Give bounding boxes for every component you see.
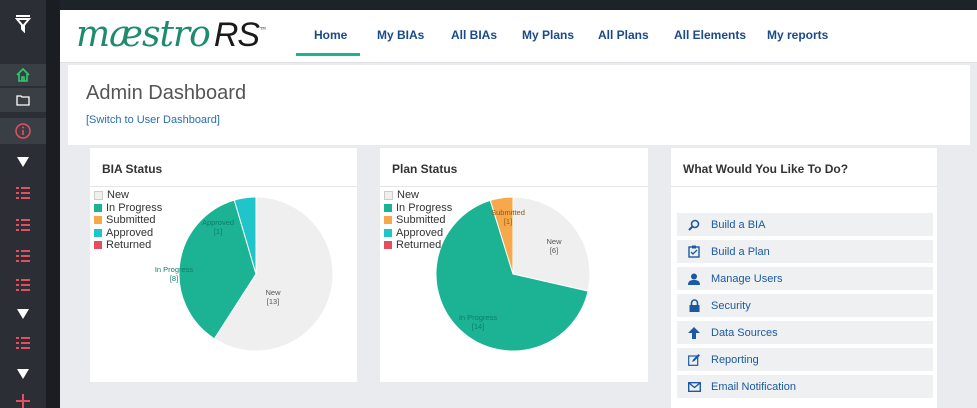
- left-sidebar: [0, 0, 46, 408]
- slice-label: In Progress: [155, 265, 194, 274]
- slice-label: New: [546, 237, 562, 246]
- nav-all-elements[interactable]: All Elements: [674, 28, 746, 42]
- switch-dashboard-link[interactable]: [Switch to User Dashboard]: [86, 114, 220, 126]
- legend-item[interactable]: In Progress: [94, 202, 162, 215]
- clipboard-icon: [687, 245, 701, 259]
- legend-item[interactable]: In Progress: [384, 202, 452, 215]
- info-icon[interactable]: [0, 118, 46, 144]
- main-area: mæstro RS™ Home My BIAs All BIAs My Plans…: [60, 10, 977, 408]
- legend-swatch: [384, 216, 392, 225]
- triangle-down-icon[interactable]: [0, 150, 46, 174]
- funnel-icon[interactable]: [0, 0, 46, 46]
- folder-icon[interactable]: [0, 88, 46, 112]
- sidebar-edge: [46, 0, 60, 408]
- panel-title: What Would You Like To Do?: [683, 162, 849, 176]
- lock-icon: [687, 299, 701, 313]
- legend-swatch: [94, 216, 102, 225]
- slice-label: New: [265, 288, 281, 297]
- legend-swatch: [384, 190, 393, 200]
- manage-users-button[interactable]: Manage Users: [677, 267, 933, 290]
- legend-item[interactable]: New: [384, 189, 452, 202]
- user-icon: [687, 272, 701, 286]
- list-icon[interactable]: [0, 272, 46, 298]
- action-list: Build a BIA Build a Plan Manage Users Se…: [677, 213, 933, 402]
- envelope-icon: [687, 380, 701, 394]
- build-bia-button[interactable]: Build a BIA: [677, 213, 933, 236]
- legend-swatch: [384, 203, 392, 212]
- edit-icon: [687, 353, 701, 367]
- actions-panel: What Would You Like To Do? Build a BIA B…: [671, 148, 937, 408]
- legend-swatch: [94, 203, 102, 212]
- slice-count: [13]: [267, 297, 280, 306]
- chart-legend: New In Progress Submitted Approved Retur…: [384, 189, 452, 252]
- app-logo[interactable]: mæstro RS™: [76, 14, 267, 55]
- legend-swatch: [384, 228, 392, 237]
- list-icon[interactable]: [0, 212, 46, 238]
- nav-all-bias[interactable]: All BIAs: [451, 28, 497, 42]
- arrow-up-icon: [687, 326, 701, 340]
- chart-legend: New In Progress Submitted Approved Retur…: [94, 189, 162, 252]
- slice-label: Submitted: [491, 208, 525, 217]
- legend-item[interactable]: Submitted: [384, 214, 452, 227]
- legend-item[interactable]: Approved: [94, 227, 162, 240]
- legend-swatch: [94, 228, 102, 237]
- slice-label: In Progress: [459, 313, 498, 322]
- list-icon[interactable]: [0, 330, 46, 356]
- slice-count: [1]: [214, 227, 222, 236]
- legend-swatch: [94, 241, 102, 250]
- slice-count: [1]: [504, 217, 512, 226]
- security-button[interactable]: Security: [677, 294, 933, 317]
- slice-count: [14]: [472, 322, 485, 331]
- top-navbar: mæstro RS™ Home My BIAs All BIAs My Plans…: [60, 10, 977, 63]
- plan-status-panel: Plan Status New [6] In Progress [14] Sub…: [380, 148, 648, 382]
- legend-item[interactable]: New: [94, 189, 162, 202]
- plus-icon[interactable]: [0, 394, 46, 408]
- divider: [671, 186, 937, 187]
- legend-swatch: [94, 190, 103, 200]
- list-icon[interactable]: [0, 180, 46, 206]
- triangle-down-icon[interactable]: [0, 362, 46, 386]
- list-icon[interactable]: [0, 243, 46, 269]
- nav-my-bias[interactable]: My BIAs: [377, 28, 424, 42]
- legend-item[interactable]: Returned: [384, 239, 452, 252]
- slice-count: [8]: [170, 274, 178, 283]
- data-sources-button[interactable]: Data Sources: [677, 321, 933, 344]
- legend-swatch: [384, 241, 392, 250]
- legend-item[interactable]: Submitted: [94, 214, 162, 227]
- legend-item[interactable]: Returned: [94, 239, 162, 252]
- slice-count: [6]: [550, 246, 558, 255]
- build-plan-button[interactable]: Build a Plan: [677, 240, 933, 263]
- search-icon: [687, 218, 701, 232]
- legend-item[interactable]: Approved: [384, 227, 452, 240]
- nav-my-reports[interactable]: My reports: [767, 28, 828, 42]
- nav-all-plans[interactable]: All Plans: [598, 28, 649, 42]
- nav-my-plans[interactable]: My Plans: [522, 28, 574, 42]
- reporting-button[interactable]: Reporting: [677, 348, 933, 371]
- page-title: Admin Dashboard: [86, 82, 247, 104]
- home-icon[interactable]: [0, 64, 46, 86]
- email-notification-button[interactable]: Email Notification: [677, 375, 933, 398]
- nav-home[interactable]: Home: [314, 28, 347, 42]
- bia-status-panel: BIA Status New [13] In Progress [8] Appr…: [90, 148, 357, 382]
- bia-pie-chart: New [13] In Progress [8] Approved [1]: [155, 196, 334, 352]
- title-panel: Admin Dashboard [Switch to User Dashboar…: [68, 65, 970, 145]
- triangle-down-icon[interactable]: [0, 302, 46, 326]
- plan-pie-chart: New [6] In Progress [14] Submitted [1]: [435, 196, 591, 352]
- active-nav-underline: [296, 53, 360, 56]
- slice-label: Approved: [202, 218, 234, 227]
